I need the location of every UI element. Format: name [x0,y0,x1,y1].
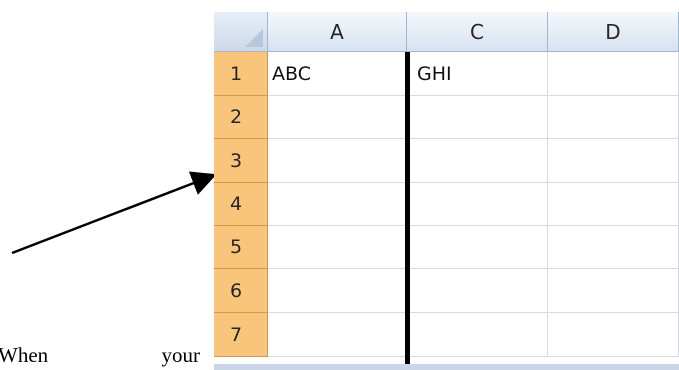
select-all-corner[interactable] [214,12,268,52]
cell-d5[interactable] [548,226,679,269]
cell-a2[interactable] [268,96,407,139]
row-header-5[interactable]: 5 [214,226,268,269]
cell-d6[interactable] [548,269,679,313]
row-header-2[interactable]: 2 [214,96,268,139]
cell-d3[interactable] [548,139,679,183]
hidden-column-divider[interactable] [405,52,410,370]
cell-a3[interactable] [268,139,407,183]
cell-d2[interactable] [548,96,679,139]
cell-c3[interactable] [407,139,548,183]
cell-a6[interactable] [268,269,407,313]
cell-c6[interactable] [407,269,548,313]
cell-c4[interactable] [407,183,548,226]
row-header-6[interactable]: 6 [214,269,268,313]
spreadsheet-grid[interactable]: A C D 1 2 3 4 5 6 7 ABC GHI [214,12,679,370]
cell-c5[interactable] [407,226,548,269]
cell-d4[interactable] [548,183,679,226]
row-header-7[interactable]: 7 [214,313,268,357]
cell-a5[interactable] [268,226,407,269]
column-header-d[interactable]: D [548,12,679,52]
row-header-4[interactable]: 4 [214,183,268,226]
row-header-1[interactable]: 1 [214,52,268,96]
cell-a7[interactable] [268,313,407,357]
cell-c2[interactable] [407,96,548,139]
column-header-a[interactable]: A [268,12,407,52]
cell-d7[interactable] [548,313,679,357]
cell-a4[interactable] [268,183,407,226]
horizontal-scrollbar[interactable] [214,364,679,370]
select-all-icon [245,29,263,47]
cell-d1[interactable] [548,52,679,96]
row-header-3[interactable]: 3 [214,139,268,183]
cell-a1[interactable]: ABC [268,52,407,96]
column-header-c[interactable]: C [407,12,548,52]
cell-c7[interactable] [407,313,548,357]
cell-c1[interactable]: GHI [407,52,548,96]
